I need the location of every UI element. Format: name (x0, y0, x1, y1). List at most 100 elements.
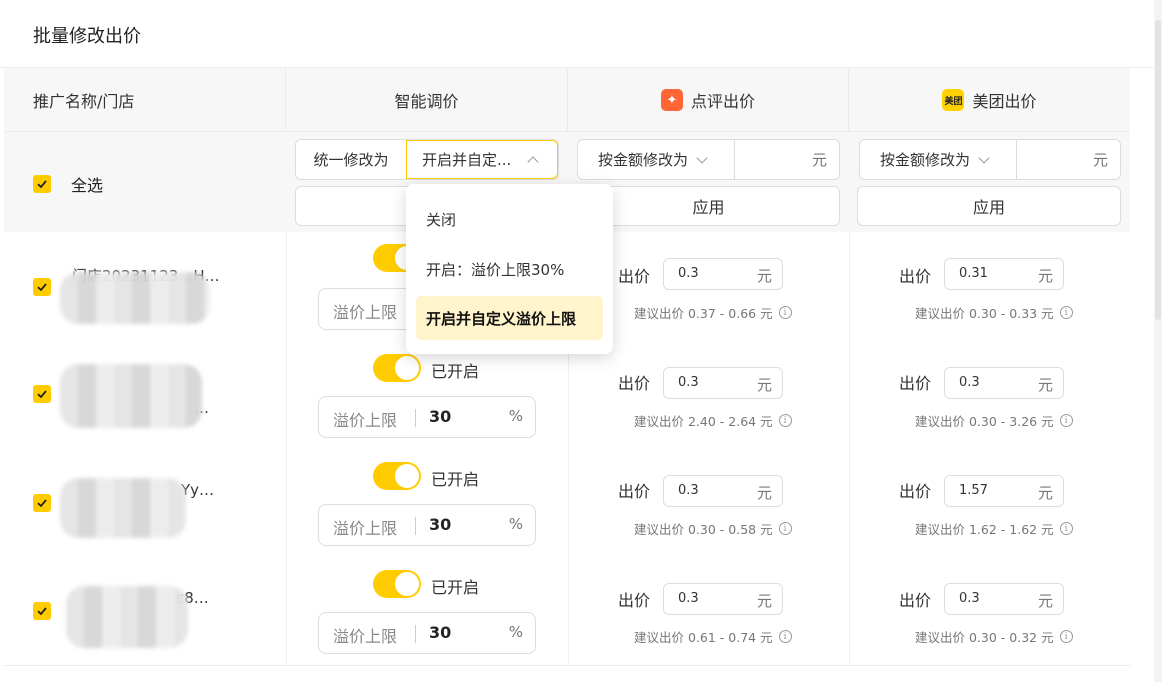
scrollbar[interactable] (1154, 0, 1162, 682)
meituan-bid-label: 出价 (899, 267, 932, 286)
meituan-bid-value: 0.3 (959, 591, 980, 606)
smart-batch-dropdown-menu: 关闭 开启：溢价上限30% 开启并自定义溢价上限 (406, 184, 613, 354)
dianping-bid-unit: 元 (756, 376, 772, 394)
meituan-bid-label: 出价 (899, 482, 932, 501)
dianping-bid-input[interactable]: 0.3 元 (663, 367, 783, 399)
smart-toggle[interactable] (373, 462, 421, 490)
premium-unit: % (508, 623, 523, 641)
divider (415, 517, 416, 535)
dropdown-option-off[interactable]: 关闭 (416, 197, 603, 241)
premium-value: 30 (429, 515, 452, 534)
premium-label: 溢价上限 (333, 627, 398, 646)
dianping-mode-label: 按金额修改为 (598, 151, 689, 169)
meituan-batch-input[interactable]: 按金额修改为 元 (859, 139, 1121, 180)
divider (415, 409, 416, 427)
meituan-apply-button[interactable]: 应用 (857, 186, 1121, 226)
header-cell-dianping: ✦ 点评出价 (568, 68, 849, 132)
checkbox-checked-icon[interactable] (33, 385, 51, 403)
meituan-bid-input[interactable]: 1.57 元 (944, 475, 1064, 507)
meituan-bid-value: 0.31 (959, 266, 988, 281)
premium-unit: % (508, 407, 523, 425)
premium-unit: % (508, 515, 523, 533)
smart-batch-value: 开启并自定... (422, 151, 512, 169)
meituan-amount-input[interactable]: 元 (1016, 140, 1120, 179)
dianping-suggestion: 建议出价 0.30 - 0.58 元 i (634, 519, 792, 538)
info-icon[interactable]: i (778, 306, 792, 319)
dropdown-option-custom[interactable]: 开启并自定义溢价上限 (416, 296, 603, 340)
premium-limit-input[interactable]: 溢价上限 30 % (318, 612, 536, 654)
meituan-bid-input[interactable]: 0.3 元 (944, 583, 1064, 615)
table-row: … 已开启 溢价上限 30 % 出价 0.3 元 建议出价 2.40 - 2.6… (4, 340, 1130, 448)
checkbox-checked-icon[interactable] (33, 602, 51, 620)
dianping-bid-unit: 元 (756, 484, 772, 502)
blurred-store-image (60, 272, 210, 324)
info-icon[interactable]: i (1059, 630, 1073, 643)
header-name-label: 推广名称/门店 (33, 92, 135, 111)
smart-batch-prefix: 统一修改为 (313, 151, 389, 169)
meituan-bid-label: 出价 (899, 374, 932, 393)
dianping-bid-input[interactable]: 0.3 元 (663, 258, 783, 290)
meituan-unit: 元 (1092, 151, 1108, 169)
info-icon[interactable]: i (778, 522, 792, 535)
toggle-label: 已开启 (431, 362, 480, 381)
dianping-suggest-text: 建议出价 2.40 - 2.64 元 (634, 414, 773, 429)
info-icon[interactable]: i (1059, 522, 1073, 535)
meituan-suggestion: 建议出价 0.30 - 3.26 元 i (915, 411, 1073, 430)
dianping-batch-input[interactable]: 按金额修改为 元 (577, 139, 840, 180)
header-dianping-label: 点评出价 (690, 92, 755, 111)
premium-limit-input[interactable]: 溢价上限 30 % (318, 396, 536, 438)
chevron-down-icon (978, 151, 990, 164)
smart-batch-dropdown[interactable]: 开启并自定... (406, 140, 558, 179)
meituan-bid-input[interactable]: 0.31 元 (944, 258, 1064, 290)
info-icon[interactable]: i (1059, 306, 1073, 319)
dianping-bid-label: 出价 (618, 482, 651, 501)
checkbox-checked-icon[interactable] (33, 494, 51, 512)
dianping-bid-label: 出价 (618, 591, 651, 610)
dianping-suggest-text: 建议出价 0.30 - 0.58 元 (634, 522, 773, 537)
checkbox-checked-icon[interactable] (33, 175, 51, 193)
dianping-apply-button[interactable]: 应用 (577, 186, 840, 226)
meituan-bid-input[interactable]: 0.3 元 (944, 367, 1064, 399)
meituan-suggestion: 建议出价 1.62 - 1.62 元 i (915, 519, 1073, 538)
dianping-suggestion: 建议出价 2.40 - 2.64 元 i (634, 411, 792, 430)
dropdown-option-on-30[interactable]: 开启：溢价上限30% (416, 247, 603, 291)
smart-toggle[interactable] (373, 354, 421, 382)
meituan-bid-unit: 元 (1037, 376, 1053, 394)
meituan-bid-unit: 元 (1037, 484, 1053, 502)
dianping-bid-value: 0.3 (678, 375, 699, 390)
checkbox-checked-icon[interactable] (33, 278, 51, 296)
dianping-bid-value: 0.3 (678, 591, 699, 606)
premium-label: 溢价上限 (333, 303, 398, 322)
blurred-store-image (60, 478, 186, 538)
toggle-label: 已开启 (431, 578, 480, 597)
table-bottom-border (4, 665, 1130, 666)
header-smart-label: 智能调价 (394, 92, 459, 111)
premium-label: 溢价上限 (333, 411, 398, 430)
table-row: c8… 已开启 溢价上限 30 % 出价 0.3 元 建议出价 0.61 - 0… (4, 556, 1130, 664)
info-icon[interactable]: i (778, 630, 792, 643)
select-all-label: 全选 (71, 176, 104, 195)
smart-toggle[interactable] (373, 570, 421, 598)
dianping-bid-input[interactable]: 0.3 元 (663, 583, 783, 615)
select-all[interactable]: 全选 (33, 172, 103, 196)
chevron-up-icon (527, 155, 539, 168)
dianping-mode-select[interactable]: 按金额修改为 (578, 140, 734, 179)
meituan-suggest-text: 建议出价 0.30 - 0.33 元 (915, 306, 1054, 321)
premium-limit-input[interactable]: 溢价上限 30 % (318, 504, 536, 546)
info-icon[interactable]: i (778, 414, 792, 427)
dianping-bid-input[interactable]: 0.3 元 (663, 475, 783, 507)
blurred-store-image (66, 586, 188, 648)
dianping-logo-icon: ✦ (660, 89, 683, 111)
smart-batch-select[interactable]: 统一修改为 开启并自定... (295, 139, 559, 180)
dianping-bid-unit: 元 (756, 592, 772, 610)
meituan-suggestion: 建议出价 0.30 - 0.33 元 i (915, 303, 1073, 322)
modal-header: 批量修改出价 (0, 0, 1162, 68)
store-name: Yy… (181, 481, 215, 499)
meituan-bid-unit: 元 (1037, 267, 1053, 285)
meituan-bid-value: 1.57 (959, 483, 988, 498)
meituan-suggest-text: 建议出价 1.62 - 1.62 元 (915, 522, 1054, 537)
dianping-amount-input[interactable]: 元 (734, 140, 839, 179)
info-icon[interactable]: i (1059, 414, 1073, 427)
meituan-mode-select[interactable]: 按金额修改为 (860, 140, 1016, 179)
scrollbar-thumb[interactable] (1155, 20, 1161, 320)
